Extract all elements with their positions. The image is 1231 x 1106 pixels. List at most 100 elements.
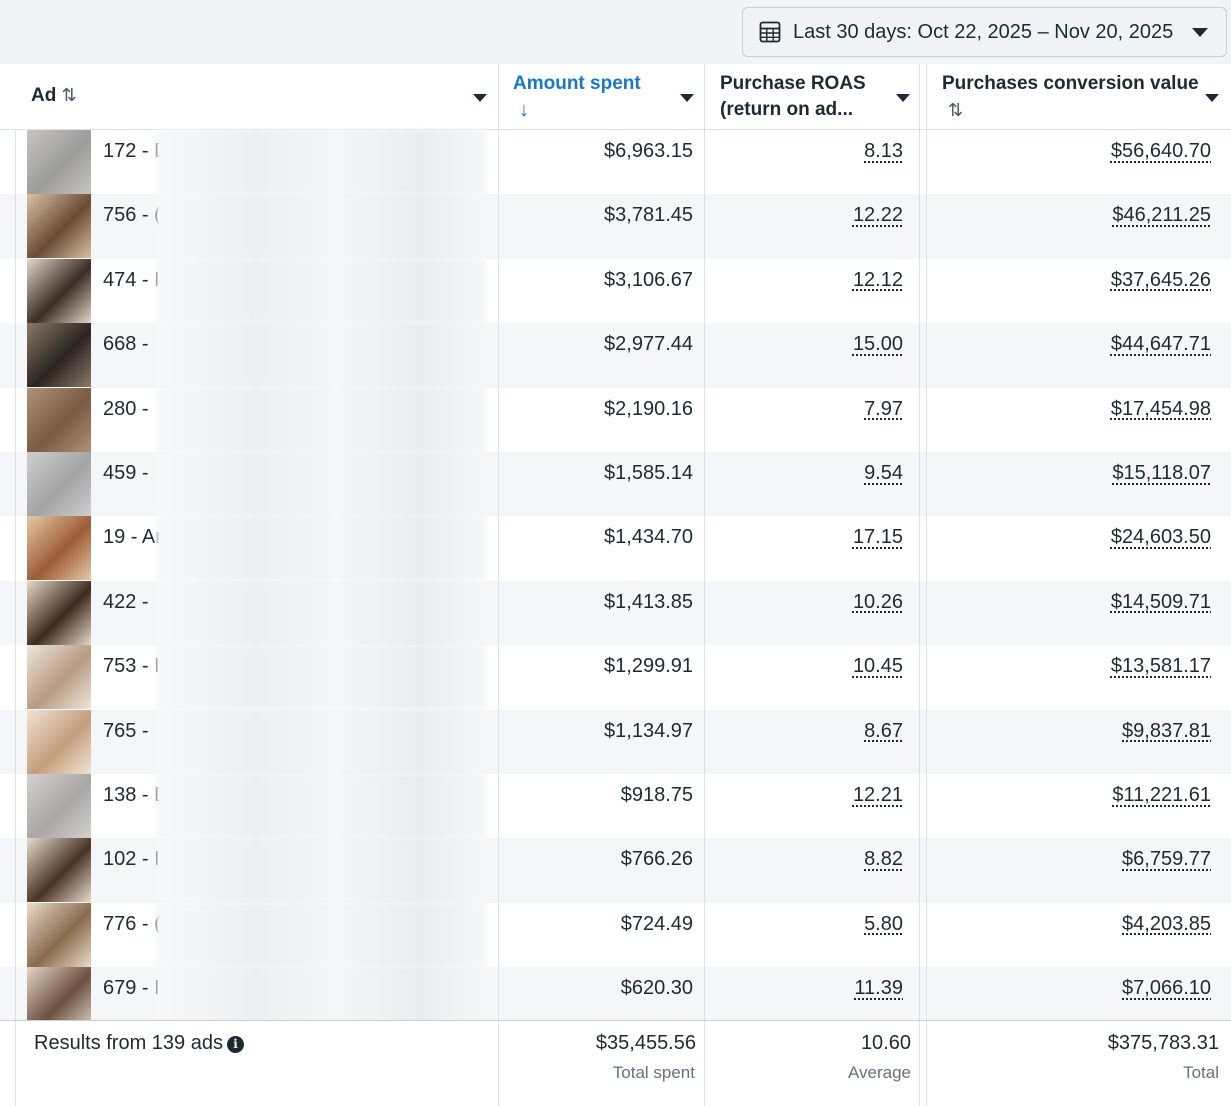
ad-thumbnail[interactable]	[27, 387, 91, 452]
ad-name[interactable]: 459 -	[103, 462, 149, 485]
average-roas-label: Average	[847, 1063, 911, 1082]
total-spent-value: $35,455.56	[595, 1032, 696, 1054]
conversion-value-cell[interactable]: $37,645.26	[1111, 269, 1211, 292]
column-menu-caret-icon[interactable]	[896, 94, 910, 102]
ad-name[interactable]: 280 -	[103, 398, 149, 421]
purchase-roas-cell[interactable]: 11.39	[854, 977, 903, 1000]
table-row[interactable]: 459 - $1,585.14 9.54 $15,118.07	[0, 452, 1231, 517]
ad-thumbnail[interactable]	[27, 709, 91, 774]
amount-spent-cell: $766.26	[620, 848, 693, 871]
amount-spent-cell: $1,299.91	[604, 655, 693, 678]
ad-name[interactable]: 102 - I	[103, 848, 160, 871]
sort-descending-icon[interactable]: ↓	[513, 97, 641, 123]
conversion-value-cell[interactable]: $44,647.71	[1111, 333, 1211, 356]
purchase-roas-cell[interactable]: 8.67	[864, 720, 903, 743]
ad-thumbnail[interactable]	[27, 130, 91, 194]
purchase-roas-cell[interactable]: 12.21	[853, 784, 903, 807]
purchase-roas-cell[interactable]: 12.22	[853, 204, 903, 227]
table-row[interactable]: 668 - $2,977.44 15.00 $44,647.71	[0, 323, 1231, 388]
table-header: Ad ⇅ Amount spent ↓ Purchase ROAS (retur…	[0, 64, 1231, 130]
average-roas-value: 10.60	[860, 1032, 911, 1054]
conversion-value-cell[interactable]: $7,066.10	[1122, 977, 1211, 1000]
conversion-value-cell[interactable]: $14,509.71	[1111, 591, 1211, 614]
ad-thumbnail[interactable]	[27, 516, 91, 581]
conversion-value-cell[interactable]: $15,118.07	[1112, 462, 1211, 485]
ad-name[interactable]: 753 - I	[103, 655, 160, 678]
purchase-roas-cell[interactable]: 7.97	[864, 398, 903, 421]
purchase-roas-cell[interactable]: 8.82	[864, 848, 903, 871]
amount-spent-cell: $620.30	[620, 977, 693, 1000]
redacted-ad-name	[156, 194, 486, 259]
table-row[interactable]: 280 - $2,190.16 7.97 $17,454.98	[0, 387, 1231, 452]
ad-thumbnail[interactable]	[27, 902, 91, 967]
redacted-ad-name	[156, 902, 486, 967]
redacted-ad-name	[156, 258, 486, 323]
sort-icon[interactable]: ⇅	[942, 97, 1199, 123]
conversion-value-cell[interactable]: $11,221.61	[1112, 784, 1211, 807]
conversion-value-cell[interactable]: $24,603.50	[1111, 526, 1211, 549]
table-row[interactable]: 102 - I $766.26 8.82 $6,759.77	[0, 838, 1231, 903]
purchase-roas-cell[interactable]: 12.12	[853, 269, 903, 292]
table-row[interactable]: 138 - D $918.75 12.21 $11,221.61	[0, 774, 1231, 838]
ad-thumbnail[interactable]	[27, 452, 91, 516]
amount-spent-cell: $1,413.85	[604, 590, 693, 613]
amount-spent-cell: $6,963.15	[604, 140, 693, 162]
table-row[interactable]: 19 - Ar $1,434.70 17.15 $24,603.50	[0, 516, 1231, 581]
redacted-ad-name	[156, 580, 486, 645]
amount-spent-cell: $3,106.67	[604, 268, 693, 291]
results-count-text: Results from 139 ads	[34, 1032, 223, 1054]
conversion-value-cell[interactable]: $46,211.25	[1112, 204, 1211, 227]
ad-thumbnail[interactable]	[27, 580, 91, 645]
table-row[interactable]: 172 - D $6,963.15 8.13 $56,640.70	[0, 130, 1231, 194]
purchase-roas-cell[interactable]: 17.15	[853, 526, 903, 549]
calendar-table-icon	[759, 21, 781, 43]
purchase-roas-cell[interactable]: 8.13	[864, 140, 903, 163]
column-header-ad[interactable]: Ad ⇅	[31, 82, 77, 112]
column-header-purchase-roas[interactable]: Purchase ROAS (return on ad...	[720, 71, 866, 137]
conversion-value-cell[interactable]: $56,640.70	[1111, 140, 1211, 163]
conversion-value-cell[interactable]: $13,581.17	[1111, 655, 1211, 678]
info-icon[interactable]: i	[226, 1036, 244, 1053]
purchase-roas-cell[interactable]: 9.54	[864, 462, 903, 485]
column-divider	[15, 1021, 16, 1106]
column-menu-caret-icon[interactable]	[1205, 94, 1219, 102]
ad-name[interactable]: 474 - I	[103, 269, 160, 292]
sort-icon[interactable]: ⇅	[62, 85, 77, 105]
amount-spent-cell: $2,190.16	[604, 397, 693, 420]
purchase-roas-cell[interactable]: 10.26	[853, 591, 903, 614]
table-row[interactable]: 776 - ($724.49 5.80 $4,203.85	[0, 902, 1231, 967]
column-menu-caret-icon[interactable]	[680, 94, 694, 102]
ad-thumbnail[interactable]	[27, 323, 91, 388]
conversion-value-cell[interactable]: $9,837.81	[1122, 720, 1211, 743]
column-divider	[15, 130, 16, 1106]
table-row[interactable]: 422 - $1,413.85 10.26 $14,509.71	[0, 580, 1231, 646]
column-header-amount-spent[interactable]: Amount spent ↓	[513, 71, 641, 137]
ad-thumbnail[interactable]	[27, 194, 91, 259]
ad-thumbnail[interactable]	[27, 838, 91, 903]
redacted-ad-name	[156, 323, 486, 388]
ad-name[interactable]: 765 -	[103, 720, 149, 743]
purchase-roas-cell[interactable]: 15.00	[853, 333, 903, 356]
date-range-picker[interactable]: Last 30 days: Oct 22, 2025 – Nov 20, 202…	[742, 7, 1227, 57]
conversion-value-cell[interactable]: $6,759.77	[1122, 848, 1211, 871]
ad-name[interactable]: 756 - (	[103, 204, 161, 227]
table-row[interactable]: 756 - ($3,781.45 12.22 $46,211.25	[0, 194, 1231, 259]
table-row[interactable]: 753 - I $1,299.91 10.45 $13,581.17	[0, 645, 1231, 710]
purchase-roas-cell[interactable]: 5.80	[864, 913, 903, 936]
ad-name[interactable]: 19 - Ar	[103, 526, 162, 549]
ad-name[interactable]: 668 -	[103, 333, 149, 356]
ad-thumbnail[interactable]	[27, 258, 91, 323]
purchase-roas-cell[interactable]: 10.45	[853, 655, 903, 678]
total-value-label: Total	[1183, 1063, 1219, 1082]
ad-thumbnail[interactable]	[27, 774, 91, 838]
conversion-value-cell[interactable]: $4,203.85	[1122, 913, 1211, 936]
ad-name[interactable]: 679 - I	[103, 977, 160, 1000]
column-menu-caret-icon[interactable]	[473, 94, 487, 102]
table-row[interactable]: 474 - I $3,106.67 12.12 $37,645.26	[0, 258, 1231, 323]
column-header-conversion-value[interactable]: Purchases conversion value ⇅	[942, 71, 1199, 137]
table-row[interactable]: 765 - $1,134.97 8.67 $9,837.81	[0, 709, 1231, 774]
ad-name[interactable]: 776 - (	[103, 913, 161, 936]
ad-thumbnail[interactable]	[27, 645, 91, 710]
conversion-value-cell[interactable]: $17,454.98	[1111, 398, 1211, 421]
ad-name[interactable]: 422 -	[103, 591, 149, 614]
